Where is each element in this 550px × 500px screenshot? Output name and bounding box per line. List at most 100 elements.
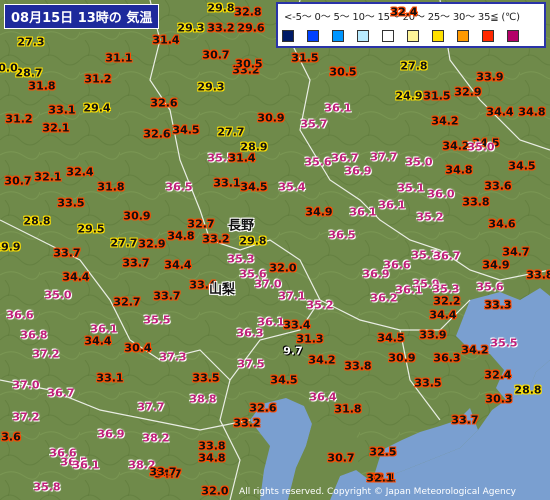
station-temperature: 33.5 [414, 376, 442, 390]
station-temperature: 34.4 [486, 105, 514, 119]
legend-swatch [407, 30, 419, 42]
station-temperature: 37.1 [278, 289, 306, 303]
station-temperature: 36.0 [427, 187, 455, 201]
station-temperature: 33.1 [48, 103, 76, 117]
station-temperature: 35.2 [416, 210, 444, 224]
station-temperature: 34.9 [305, 205, 333, 219]
station-temperature: 32.2 [433, 294, 461, 308]
station-temperature: 35.0 [467, 140, 495, 154]
station-temperature: 34.9 [482, 258, 510, 272]
station-temperature: 30.9 [257, 111, 285, 125]
station-temperature: 33.3 [484, 298, 512, 312]
station-temperature: 36.8 [20, 328, 48, 342]
station-temperature: 32.7 [113, 295, 141, 309]
station-temperature: 32.0 [201, 484, 229, 498]
station-temperature: 31.2 [5, 112, 33, 126]
station-temperature: 33.4 [283, 318, 311, 332]
station-temperature: 32.4 [66, 165, 94, 179]
station-temperature: 30.9 [123, 209, 151, 223]
station-temperature: 32.4 [484, 368, 512, 382]
station-temperature: 35.6 [476, 280, 504, 294]
station-temperature: 32.7 [187, 217, 215, 231]
station-temperature: 34.4 [429, 308, 457, 322]
station-temperature: 28.7 [15, 66, 43, 80]
station-temperature: 31.4 [152, 33, 180, 47]
legend-swatch [432, 30, 444, 42]
station-temperature: 35.6 [304, 155, 332, 169]
station-temperature: 36.3 [236, 326, 264, 340]
legend-swatch [307, 30, 319, 42]
station-temperature: 33.7 [153, 289, 181, 303]
station-temperature: 34.6 [488, 217, 516, 231]
station-temperature: 31.3 [296, 332, 324, 346]
station-temperature: 34.5 [172, 123, 200, 137]
station-temperature: 37.7 [137, 400, 165, 414]
station-temperature: 34.8 [518, 105, 546, 119]
station-temperature: 30.5 [329, 65, 357, 79]
legend-swatch [332, 30, 344, 42]
station-temperature: 32.1 [34, 170, 62, 184]
station-temperature: 33.8 [198, 439, 226, 453]
station-temperature: 34.8 [167, 229, 195, 243]
place-label-nagano: 長野 [227, 218, 255, 234]
station-temperature: 31.2 [84, 72, 112, 86]
station-temperature: 36.1 [395, 283, 423, 297]
station-temperature: 32.5 [369, 445, 397, 459]
station-temperature: 34.8 [445, 163, 473, 177]
station-temperature: 32.8 [234, 5, 262, 19]
station-temperature: 34.7 [502, 245, 530, 259]
station-temperature: 35.1 [397, 181, 425, 195]
station-temperature: 33.7 [122, 256, 150, 270]
station-temperature: 38.8 [189, 392, 217, 406]
station-temperature: 38.2 [142, 431, 170, 445]
station-temperature: 30.5 [235, 57, 263, 71]
temperature-map: 08月15日 13時の 気温 <-5〜 0〜 5〜 10〜 15〜 20〜 25… [0, 0, 550, 500]
station-temperature: 30.7 [202, 48, 230, 62]
station-temperature: 36.2 [370, 291, 398, 305]
station-temperature: 35.2 [306, 298, 334, 312]
station-temperature: 33.7 [451, 413, 479, 427]
station-temperature: 31.4 [228, 151, 256, 165]
station-temperature: 30.7 [327, 451, 355, 465]
station-temperature: 34.4 [164, 258, 192, 272]
station-temperature: 35.5 [143, 313, 171, 327]
station-temperature: 33.6 [484, 179, 512, 193]
station-temperature: 29.8 [239, 234, 267, 248]
station-temperature: 31.1 [105, 51, 133, 65]
station-temperature: 34.4 [84, 334, 112, 348]
place-label-yamanashi: 山梨 [208, 282, 236, 298]
station-temperature: 35.8 [33, 480, 61, 494]
station-temperature: 29.9 [0, 240, 21, 254]
station-temperature: 36.7 [433, 249, 461, 263]
station-temperature: 31.5 [291, 51, 319, 65]
station-temperature: 32.6 [249, 401, 277, 415]
station-temperature: 32.1 [366, 471, 394, 485]
legend-swatch [507, 30, 519, 42]
station-temperature: 36.1 [378, 198, 406, 212]
station-temperature: 35.0 [44, 288, 72, 302]
station-temperature: 33.9 [476, 70, 504, 84]
station-temperature: 32.1 [42, 121, 70, 135]
station-temperature: 36.7 [331, 151, 359, 165]
station-temperature: 37.2 [12, 410, 40, 424]
station-temperature: 34.5 [377, 331, 405, 345]
station-temperature: 33.8 [526, 268, 550, 282]
station-temperature: 29.4 [83, 101, 111, 115]
station-temperature: 27.8 [400, 59, 428, 73]
station-temperature: 36.3 [433, 351, 461, 365]
legend-swatch [457, 30, 469, 42]
station-temperature: 35.4 [278, 180, 306, 194]
copyright-notice: All rights reserved. Copyright © Japan M… [239, 487, 516, 497]
station-temperature: 33.2 [207, 21, 235, 35]
station-temperature: 33.9 [419, 328, 447, 342]
station-temperature: 27.7 [110, 236, 138, 250]
station-temperature: 27.7 [217, 125, 245, 139]
station-temperature: 32.0 [269, 261, 297, 275]
legend-swatch [282, 30, 294, 42]
legend-swatch [482, 30, 494, 42]
station-temperature: 36.1 [349, 205, 377, 219]
station-temperature: 34.5 [240, 180, 268, 194]
station-temperature: 32.9 [454, 85, 482, 99]
station-temperature: 34.2 [431, 114, 459, 128]
station-temperature: 34.5 [508, 159, 536, 173]
